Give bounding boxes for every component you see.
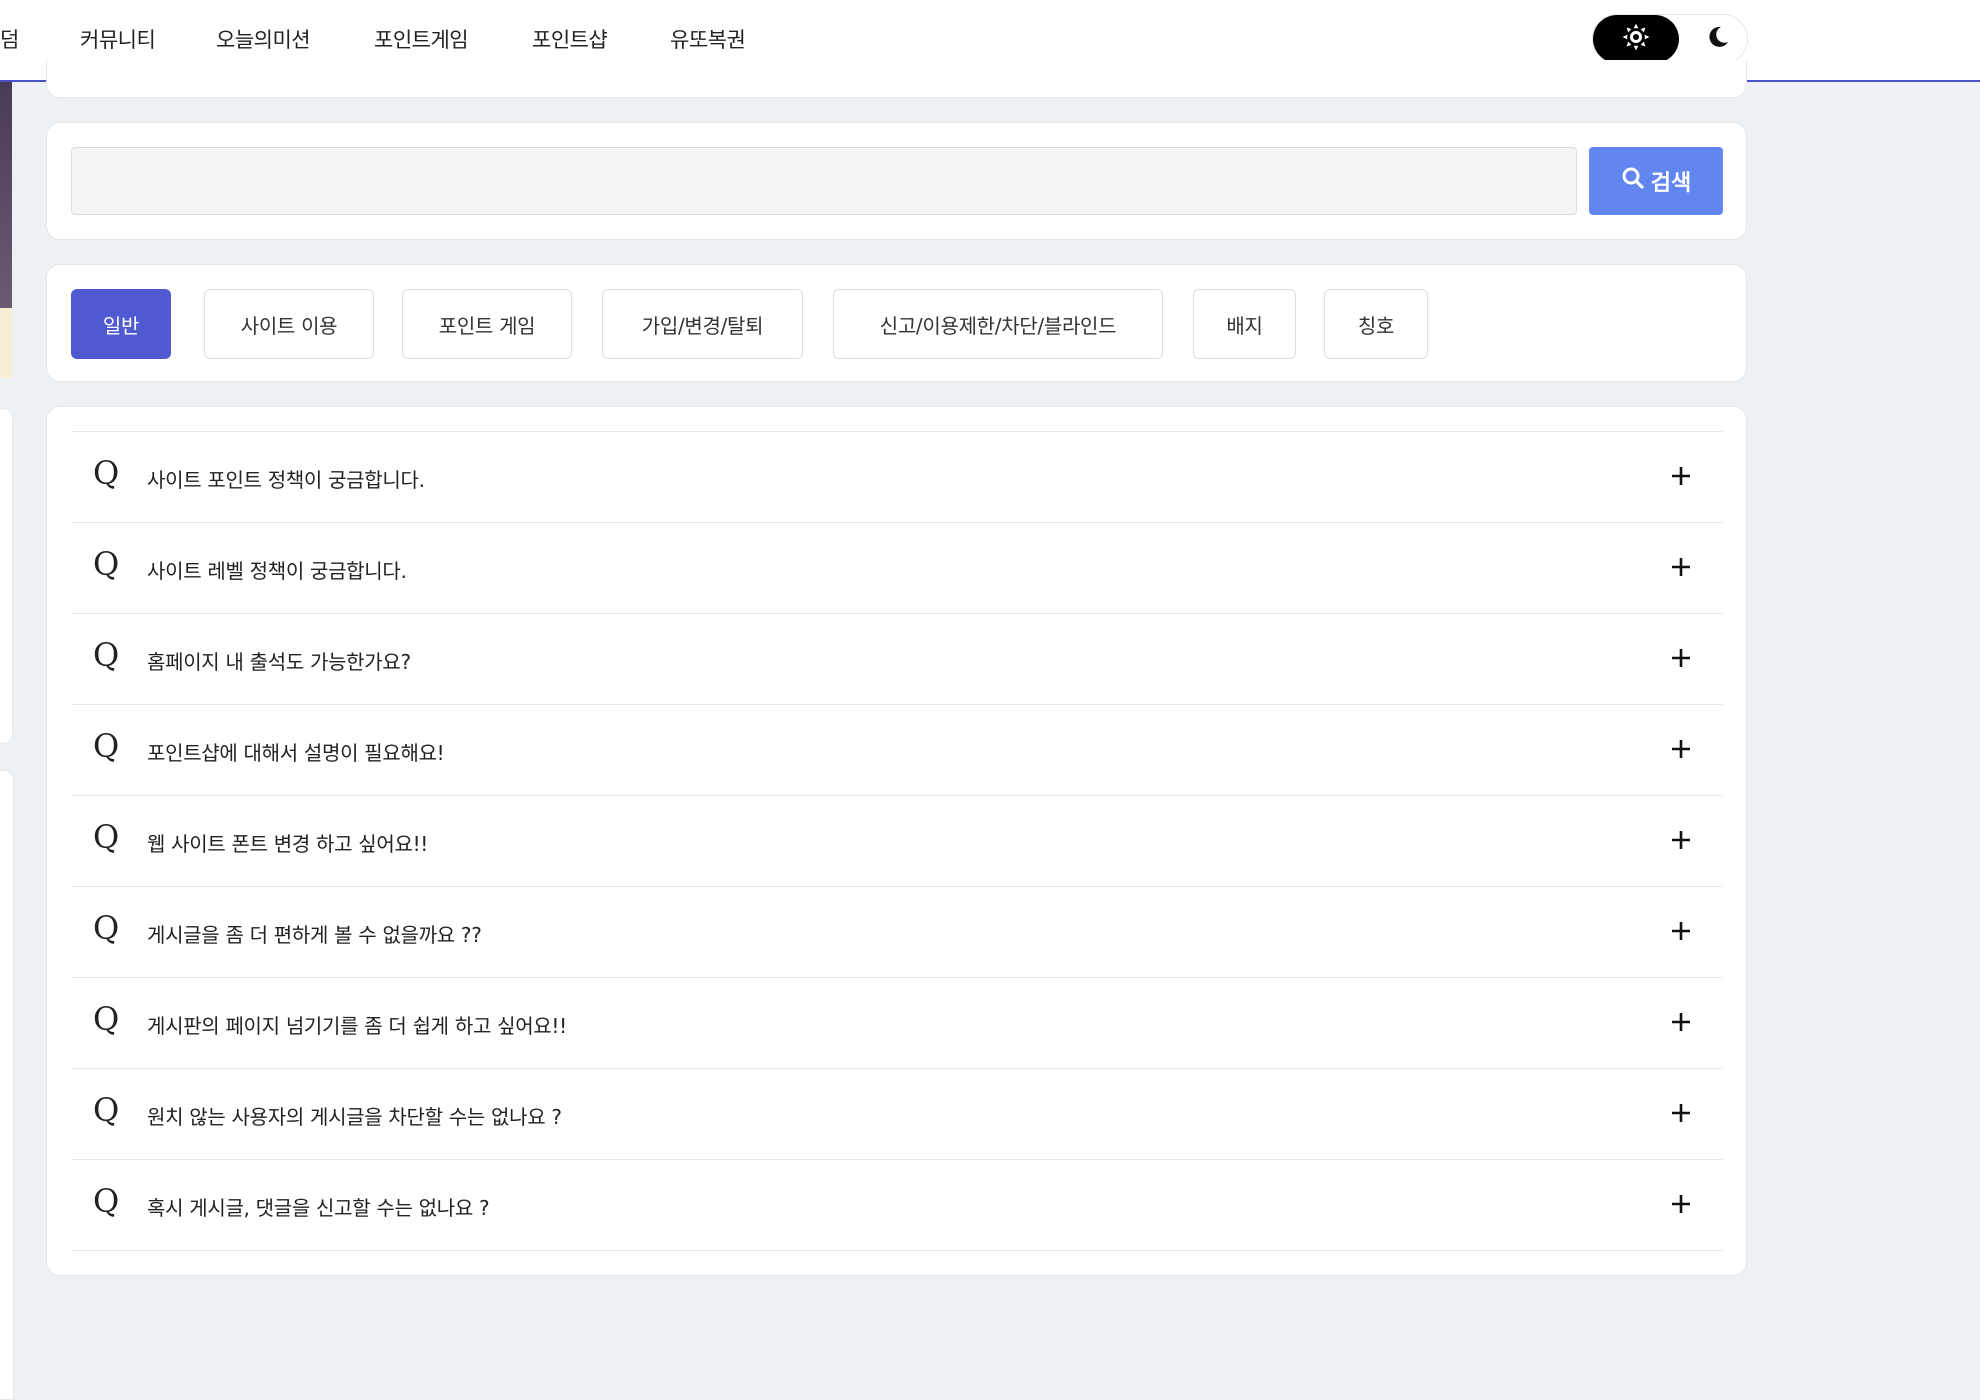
- sun-icon: [1622, 23, 1650, 55]
- faq-item[interactable]: Q 홈페이지 내 출석도 가능한가요?: [71, 614, 1723, 705]
- faq-question: 포인트샵에 대해서 설명이 필요해요!: [147, 741, 445, 765]
- category-tabs: 일반 사이트 이용 포인트 게임 가입/변경/탈퇴 신고/이용제한/차단/블라인…: [46, 264, 1747, 382]
- search-button[interactable]: 검색: [1589, 147, 1723, 215]
- sidebar-card-edge-lower: [0, 770, 14, 1400]
- sidebar-card-edge: [0, 408, 13, 744]
- faq-question: 혹시 게시글, 댓글을 신고할 수는 없나요 ?: [147, 1196, 490, 1220]
- faq-item[interactable]: Q 웹 사이트 폰트 변경 하고 싶어요!!: [71, 796, 1723, 887]
- question-marker: Q: [93, 1091, 120, 1129]
- light-mode-button[interactable]: [1593, 15, 1679, 63]
- tab-signup-change-withdraw[interactable]: 가입/변경/탈퇴: [602, 289, 803, 359]
- faq-card: Q 사이트 포인트 정책이 궁금합니다. Q 사이트 레벨 정책이 궁금합니다. Q 홈페…: [46, 406, 1747, 1276]
- faq-item[interactable]: Q 혹시 게시글, 댓글을 신고할 수는 없나요 ?: [71, 1160, 1723, 1251]
- faq-item[interactable]: Q 사이트 레벨 정책이 궁금합니다.: [71, 523, 1723, 614]
- search-button-label: 검색: [1650, 171, 1692, 196]
- plus-icon[interactable]: [1661, 456, 1701, 496]
- tab-site-usage[interactable]: 사이트 이용: [204, 289, 374, 359]
- nav-item-lottery[interactable]: 유또복권: [670, 24, 746, 54]
- tab-report-restriction[interactable]: 신고/이용제한/차단/블라인드: [833, 289, 1163, 359]
- header-card: [46, 60, 1747, 98]
- faq-item[interactable]: Q 게시글을 좀 더 편하게 볼 수 없을까요 ??: [71, 887, 1723, 978]
- plus-icon[interactable]: [1661, 1184, 1701, 1224]
- sidebar-banner-edge-lower: [0, 308, 12, 378]
- question-marker: Q: [93, 636, 120, 674]
- question-marker: Q: [93, 545, 120, 583]
- moon-icon: [1706, 25, 1730, 53]
- faq-item[interactable]: Q 게시판의 페이지 넘기기를 좀 더 쉽게 하고 싶어요!!: [71, 978, 1723, 1069]
- question-marker: Q: [93, 818, 120, 856]
- nav-item-daily-mission[interactable]: 오늘의미션: [216, 24, 311, 54]
- faq-item[interactable]: Q 사이트 포인트 정책이 궁금합니다.: [71, 432, 1723, 523]
- faq-question: 사이트 레벨 정책이 궁금합니다.: [147, 559, 407, 583]
- faq-item[interactable]: Q 포인트샵에 대해서 설명이 필요해요!: [71, 705, 1723, 796]
- nav-item-cut[interactable]: 덤: [0, 24, 19, 54]
- faq-list: Q 사이트 포인트 정책이 궁금합니다. Q 사이트 레벨 정책이 궁금합니다. Q 홈페…: [71, 431, 1723, 1251]
- question-marker: Q: [93, 1000, 120, 1038]
- tab-general[interactable]: 일반: [71, 289, 171, 359]
- nav-item-point-game[interactable]: 포인트게임: [374, 24, 469, 54]
- plus-icon[interactable]: [1661, 1093, 1701, 1133]
- faq-question: 원치 않는 사용자의 게시글을 차단할 수는 없나요 ?: [147, 1105, 562, 1129]
- faq-question: 게시판의 페이지 넘기기를 좀 더 쉽게 하고 싶어요!!: [147, 1014, 567, 1038]
- plus-icon[interactable]: [1661, 547, 1701, 587]
- plus-icon[interactable]: [1661, 911, 1701, 951]
- question-marker: Q: [93, 727, 120, 765]
- tab-badge[interactable]: 배지: [1193, 289, 1296, 359]
- tab-title[interactable]: 칭호: [1324, 289, 1428, 359]
- plus-icon[interactable]: [1661, 1002, 1701, 1042]
- question-marker: Q: [93, 454, 120, 492]
- question-marker: Q: [93, 1182, 120, 1220]
- search-card: 검색: [46, 122, 1747, 240]
- plus-icon[interactable]: [1661, 820, 1701, 860]
- nav-item-point-shop[interactable]: 포인트샵: [532, 24, 608, 54]
- dark-mode-button[interactable]: [1689, 15, 1747, 63]
- search-input[interactable]: [71, 147, 1577, 215]
- question-marker: Q: [93, 909, 120, 947]
- search-icon: [1621, 166, 1645, 196]
- theme-toggle[interactable]: [1592, 14, 1748, 64]
- faq-item[interactable]: Q 원치 않는 사용자의 게시글을 차단할 수는 없나요 ?: [71, 1069, 1723, 1160]
- plus-icon[interactable]: [1661, 729, 1701, 769]
- faq-question: 사이트 포인트 정책이 궁금합니다.: [147, 468, 425, 492]
- sidebar-banner-edge: [0, 82, 12, 308]
- plus-icon[interactable]: [1661, 638, 1701, 678]
- nav-item-community[interactable]: 커뮤니티: [80, 24, 156, 54]
- faq-question: 웹 사이트 폰트 변경 하고 싶어요!!: [147, 832, 429, 856]
- tab-point-game[interactable]: 포인트 게임: [402, 289, 572, 359]
- faq-question: 홈페이지 내 출석도 가능한가요?: [147, 650, 411, 674]
- faq-question: 게시글을 좀 더 편하게 볼 수 없을까요 ??: [147, 923, 482, 947]
